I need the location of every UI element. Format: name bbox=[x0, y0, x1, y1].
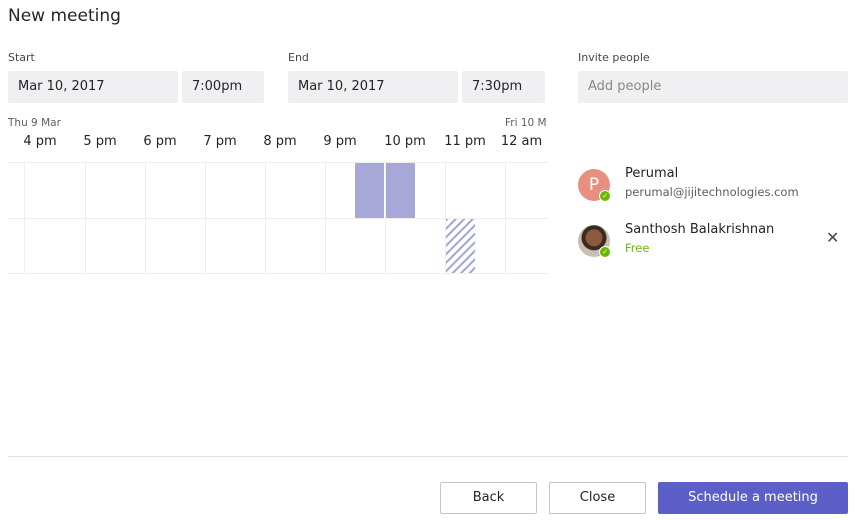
tentative-block bbox=[446, 219, 475, 273]
footer-divider bbox=[8, 456, 848, 457]
hour-label: 11 pm bbox=[444, 134, 486, 149]
start-label: Start bbox=[8, 51, 35, 64]
day-end-label: Fri 10 M bbox=[505, 117, 547, 129]
attendee-status: Free bbox=[625, 241, 650, 255]
attendee-email: perumal@jijitechnologies.com bbox=[625, 185, 799, 199]
end-label: End bbox=[288, 51, 309, 64]
close-icon[interactable]: ✕ bbox=[826, 228, 839, 247]
hour-label: 5 pm bbox=[83, 134, 117, 149]
start-time-field[interactable]: 7:00pm bbox=[182, 71, 264, 103]
day-start-label: Thu 9 Mar bbox=[8, 117, 61, 129]
start-date-field[interactable]: Mar 10, 2017 bbox=[8, 71, 178, 103]
hour-label: 9 pm bbox=[323, 134, 357, 149]
hour-label: 10 pm bbox=[384, 134, 426, 149]
hour-label: 7 pm bbox=[203, 134, 237, 149]
busy-block bbox=[386, 163, 415, 218]
hour-label: 12 am bbox=[500, 134, 543, 149]
invite-label: Invite people bbox=[578, 51, 650, 64]
close-button[interactable]: Close bbox=[549, 482, 646, 514]
attendee-name: Perumal bbox=[625, 166, 679, 181]
schedule-meeting-button[interactable]: Schedule a meeting bbox=[658, 482, 848, 514]
back-button[interactable]: Back bbox=[440, 482, 537, 514]
check-icon: ✓ bbox=[599, 246, 611, 258]
hour-label: 8 pm bbox=[263, 134, 297, 149]
attendee-name: Santhosh Balakrishnan bbox=[625, 222, 775, 237]
grid-line bbox=[8, 162, 548, 163]
check-icon: ✓ bbox=[599, 190, 611, 202]
hour-label: 6 pm bbox=[143, 134, 177, 149]
end-time-field[interactable]: 7:30pm bbox=[462, 71, 545, 103]
grid-line bbox=[8, 273, 548, 274]
busy-block bbox=[355, 163, 384, 218]
add-people-input[interactable]: Add people bbox=[578, 71, 848, 103]
page-title: New meeting bbox=[8, 6, 121, 26]
availability-grid[interactable] bbox=[8, 162, 548, 274]
end-date-field[interactable]: Mar 10, 2017 bbox=[288, 71, 458, 103]
hour-label: 4 pm bbox=[23, 134, 57, 149]
